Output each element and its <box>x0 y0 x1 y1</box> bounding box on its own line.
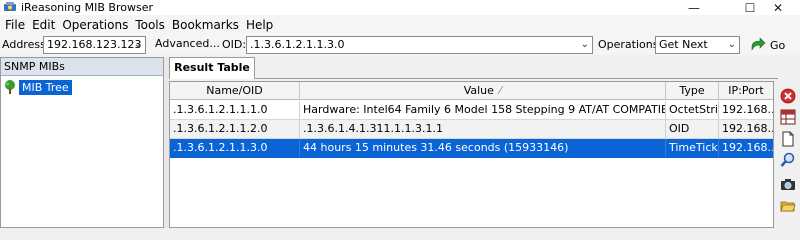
toolbar: Address: 192.168.123.123 ⌄ Advanced... O… <box>0 35 800 55</box>
tab-strip: Result Table <box>169 57 778 79</box>
go-label: Go <box>770 38 786 52</box>
window-title: iReasoning MIB Browser <box>21 1 154 14</box>
chevron-down-icon[interactable]: ⌄ <box>581 37 589 53</box>
snmp-mibs-header: SNMP MIBs <box>1 58 163 76</box>
operations-select[interactable]: Get Next ⌄ <box>655 36 740 54</box>
camera-icon[interactable] <box>780 176 796 192</box>
address-combobox[interactable]: 192.168.123.123 ⌄ <box>43 36 146 54</box>
tab-result-table[interactable]: Result Table <box>169 57 255 79</box>
menu-file[interactable]: File <box>3 16 30 34</box>
operation-value: Get Next <box>659 38 708 51</box>
column-header-type[interactable]: Type <box>666 82 719 100</box>
grid-icon[interactable] <box>780 109 796 125</box>
tree-icon <box>5 80 15 94</box>
cell-value: .1.3.6.1.4.1.311.1.1.3.1.1 <box>300 120 666 139</box>
result-table: Name/OID Value ⁄ Type IP:Port .1.3.6.1.2… <box>169 81 774 228</box>
cell-oid: .1.3.6.1.2.1.1.1.0 <box>170 101 300 120</box>
menu-bookmarks[interactable]: Bookmarks <box>170 16 244 34</box>
column-header-ip-port[interactable]: IP:Port <box>719 82 773 100</box>
find-icon[interactable] <box>780 152 796 168</box>
go-arrow-icon <box>751 38 766 51</box>
snmp-mibs-panel: SNMP MIBs MIB Tree <box>0 57 164 228</box>
table-row-selected[interactable]: .1.3.6.1.2.1.1.3.0 44 hours 15 minutes 3… <box>170 139 773 158</box>
document-icon[interactable] <box>780 131 796 147</box>
table-row[interactable]: .1.3.6.1.2.1.1.2.0 .1.3.6.1.4.1.311.1.1.… <box>170 120 773 139</box>
cell-oid: .1.3.6.1.2.1.1.3.0 <box>170 139 300 158</box>
oid-combobox[interactable]: .1.3.6.1.2.1.1.3.0 ⌄ <box>246 36 593 54</box>
close-button[interactable]: ✕ <box>756 0 800 15</box>
cell-value: 44 hours 15 minutes 31.46 seconds (15933… <box>300 139 666 158</box>
open-folder-icon[interactable] <box>780 198 796 214</box>
address-value: 192.168.123.123 <box>47 38 142 51</box>
title-bar: iReasoning MIB Browser — ☐ ✕ <box>0 0 800 15</box>
menu-operations[interactable]: Operations <box>60 16 133 34</box>
cell-ip-port: 192.168... <box>719 139 773 158</box>
app-logo-icon <box>4 2 16 11</box>
chevron-down-icon[interactable]: ⌄ <box>728 37 736 53</box>
cell-ip-port: 192.168... <box>719 120 773 139</box>
cell-oid: .1.3.6.1.2.1.1.2.0 <box>170 120 300 139</box>
advanced-button[interactable]: Advanced... <box>153 36 222 54</box>
oid-value: .1.3.6.1.2.1.1.3.0 <box>250 38 345 51</box>
oid-label: OID: <box>222 38 247 51</box>
cell-value: Hardware: Intel64 Family 6 Model 158 Ste… <box>300 101 666 120</box>
go-button[interactable]: Go <box>750 36 785 54</box>
cell-ip-port: 192.168... <box>719 101 773 120</box>
cell-type: TimeTicks <box>666 139 719 158</box>
cell-type: OID <box>666 120 719 139</box>
column-header-value[interactable]: Value ⁄ <box>300 82 666 100</box>
cell-type: OctetString <box>666 101 719 120</box>
tree-item-mib-tree[interactable]: MIB Tree <box>3 79 72 95</box>
chevron-down-icon[interactable]: ⌄ <box>134 37 142 53</box>
column-header-value-label: Value <box>463 84 494 97</box>
table-row[interactable]: .1.3.6.1.2.1.1.1.0 Hardware: Intel64 Fam… <box>170 101 773 120</box>
menu-tools[interactable]: Tools <box>133 16 170 34</box>
menu-help[interactable]: Help <box>244 16 278 34</box>
side-toolbar <box>776 81 800 228</box>
menu-bar: File Edit Operations Tools Bookmarks Hel… <box>0 15 800 35</box>
menu-edit[interactable]: Edit <box>30 16 60 34</box>
column-header-name-oid[interactable]: Name/OID <box>170 82 300 100</box>
delete-icon[interactable] <box>780 88 796 104</box>
sort-indicator-icon: ⁄ <box>499 84 502 97</box>
tree-label-mib-tree: MIB Tree <box>19 79 72 95</box>
operations-label: Operations: <box>598 38 663 51</box>
minimize-button[interactable]: — <box>672 0 716 15</box>
